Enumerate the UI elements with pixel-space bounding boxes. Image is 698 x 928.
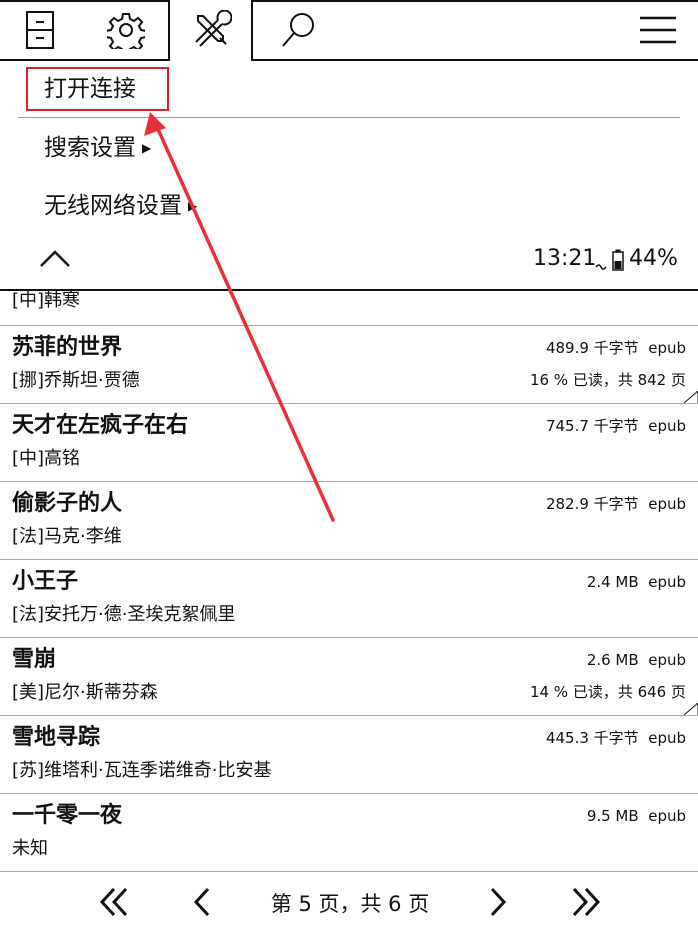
annotation-arrow-icon bbox=[144, 112, 335, 522]
